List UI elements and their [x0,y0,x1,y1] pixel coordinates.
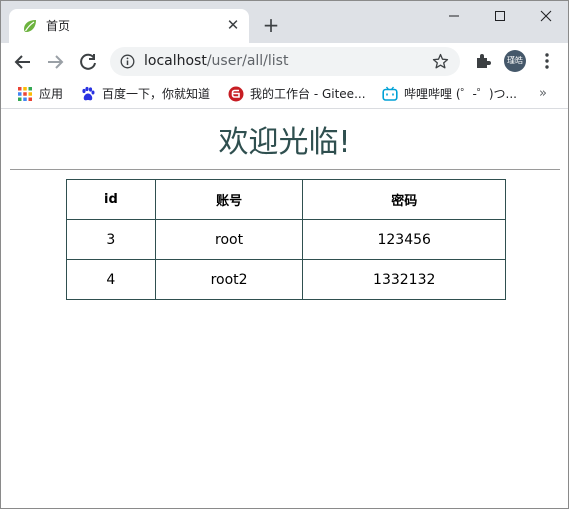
close-tab-icon[interactable]: ✕ [225,17,241,33]
new-tab-icon[interactable]: + [261,15,281,35]
page-title: 欢迎光临! [218,125,351,160]
table-header-row: id 账号 密码 [66,179,506,220]
cell-account: root [154,219,304,260]
close-window-icon[interactable] [534,5,558,27]
apps-grid-icon [18,87,32,101]
more-bookmarks-chevron-icon[interactable]: » [539,85,553,103]
bookmark-label: 应用 [39,87,64,101]
bilibili-tv-icon [382,86,398,101]
maximize-icon[interactable] [488,5,512,27]
column-header-id: id [66,179,156,220]
gitee-icon [228,86,244,102]
bookmark-gitee[interactable]: 我的工作台 - Gitee... [228,85,373,103]
cell-password: 1332132 [302,259,506,300]
bookmark-star-icon[interactable] [432,53,449,70]
bookmark-label: 我的工作台 - Gitee... [250,87,366,101]
toolbar: localhost/user/all/list 瑾皓 [1,43,568,80]
table-row: 4 root2 1332132 [66,259,506,300]
baidu-paw-icon [82,86,95,101]
bookmark-label: 百度一下，你就知道 [102,87,211,101]
table-row: 3 root 123456 [66,219,506,260]
divider [10,169,560,170]
extensions-puzzle-icon[interactable] [474,52,492,70]
column-header-password: 密码 [302,179,506,220]
profile-avatar[interactable]: 瑾皓 [504,50,526,72]
bookmark-apps[interactable]: 应用 [17,85,77,103]
bookmarks-bar: 应用 百度一下，你就知道 我的工作台 - Gitee... 哔哩哔哩 (゜-゜)… [1,80,568,109]
bookmark-bilibili[interactable]: 哔哩哔哩 (゜-゜)つ... [382,85,532,103]
tab-strip: 首页 ✕ + [1,1,568,43]
bookmark-baidu[interactable]: 百度一下，你就知道 [80,85,220,103]
url-host: localhost [144,53,207,69]
cell-account: root2 [154,259,304,300]
cell-id: 4 [66,259,156,300]
cell-id: 3 [66,219,156,260]
spring-leaf-icon [24,20,36,32]
user-table: id 账号 密码 3 root 123456 4 root2 1332132 [66,179,506,300]
forward-arrow-icon[interactable] [44,51,66,73]
more-menu-icon[interactable] [541,52,553,70]
url-text[interactable]: localhost/user/all/list [144,53,288,70]
tab-home[interactable]: 首页 ✕ [9,9,249,43]
column-header-account: 账号 [154,179,304,220]
back-arrow-icon[interactable] [12,51,34,73]
minimize-icon[interactable] [442,5,466,27]
reload-icon[interactable] [77,51,99,73]
cell-password: 123456 [302,219,506,260]
tab-title: 首页 [46,19,71,33]
page-content: 欢迎光临! id 账号 密码 3 root 123456 4 root2 133… [1,110,568,508]
info-icon[interactable] [120,54,135,69]
url-path: /user/all/list [206,53,289,69]
address-bar[interactable]: localhost/user/all/list [110,47,460,76]
bookmark-label: 哔哩哔哩 (゜-゜)つ... [404,87,517,101]
browser-window: 首页 ✕ + localhost/user/all/list 瑾皓 应用 百度一… [0,0,569,509]
